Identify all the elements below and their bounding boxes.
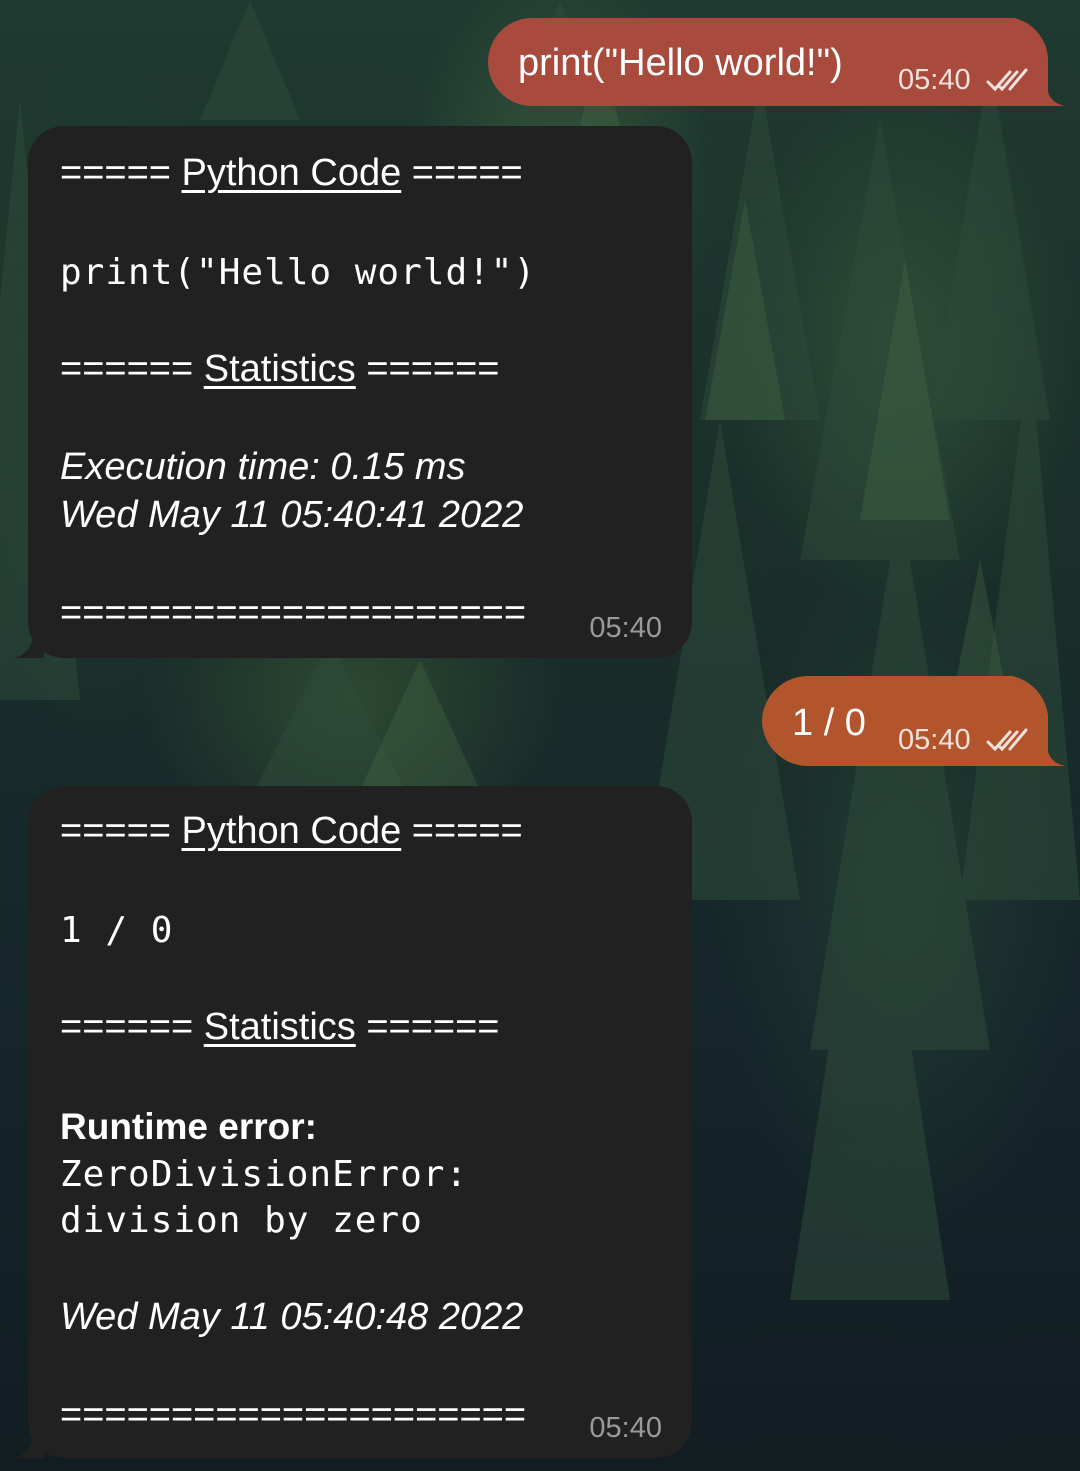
error-label: Runtime error: <box>60 1106 317 1147</box>
code-header-label: Python Code <box>181 810 402 852</box>
error-message: division by zero <box>60 1200 423 1241</box>
double-check-icon <box>986 68 1028 92</box>
header-prefix: ===== <box>60 152 182 194</box>
bubble-tail <box>14 1428 44 1458</box>
message-time: 05:40 <box>898 724 971 756</box>
message-time: 05:40 <box>589 612 662 644</box>
footer-separator: ===================== <box>60 592 527 634</box>
code-block: 1 / 0 <box>60 910 174 951</box>
stats-header: ====== Statistics ====== <box>60 1006 499 1049</box>
outgoing-message[interactable]: 1 / 0 05:40 <box>762 676 1066 766</box>
header-suffix: ====== <box>355 1006 500 1048</box>
double-check-icon <box>986 728 1028 752</box>
incoming-message[interactable]: ===== Python Code ===== print("Hello wor… <box>14 126 692 658</box>
code-header-label: Python Code <box>181 152 402 194</box>
header-suffix: ===== <box>401 152 523 194</box>
header-suffix: ====== <box>355 348 500 390</box>
message-time: 05:40 <box>898 64 971 96</box>
header-suffix: ===== <box>401 810 523 852</box>
footer-separator: ===================== <box>60 1394 527 1436</box>
outgoing-message[interactable]: print("Hello world!") 05:40 <box>488 18 1066 106</box>
code-block: print("Hello world!") <box>60 252 537 293</box>
header-prefix: ===== <box>60 810 182 852</box>
error-type: ZeroDivisionError: <box>60 1154 469 1195</box>
stats-header: ====== Statistics ====== <box>60 348 499 391</box>
timestamp-text: Wed May 11 05:40:48 2022 <box>60 1296 524 1338</box>
header-prefix: ====== <box>60 1006 204 1048</box>
message-text: print("Hello world!") <box>518 42 843 84</box>
header-prefix: ====== <box>60 348 204 390</box>
bubble-tail <box>14 628 44 658</box>
incoming-message[interactable]: ===== Python Code ===== 1 / 0 ====== Sta… <box>14 786 692 1458</box>
message-time: 05:40 <box>589 1412 662 1444</box>
message-text: 1 / 0 <box>792 702 866 744</box>
stats-header-label: Statistics <box>203 1006 356 1048</box>
timestamp-text: Wed May 11 05:40:41 2022 <box>60 494 524 536</box>
code-header: ===== Python Code ===== <box>60 152 523 195</box>
stats-header-label: Statistics <box>203 348 356 390</box>
code-header: ===== Python Code ===== <box>60 810 523 853</box>
execution-time: Execution time: 0.15 ms <box>60 446 466 488</box>
